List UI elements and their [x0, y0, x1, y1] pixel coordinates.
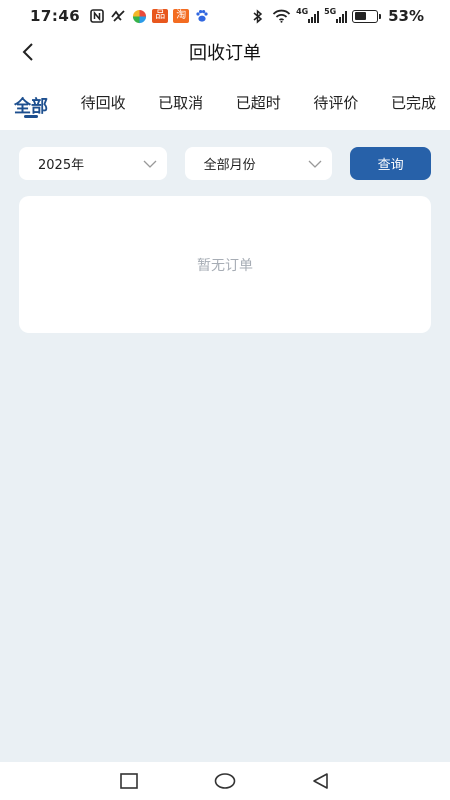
recents-button[interactable] — [117, 769, 141, 793]
pinwheel-app-icon — [131, 9, 147, 24]
recents-square-icon — [120, 773, 138, 789]
network-4g-label: 4G — [296, 6, 309, 16]
year-select[interactable]: 2025年 — [19, 147, 167, 180]
tab-pending-review[interactable]: 待评价 — [313, 92, 358, 124]
month-select-value: 全部月份 — [203, 158, 256, 173]
page-title: 回收订单 — [189, 43, 261, 64]
signal-4g-icon: 4G — [296, 6, 320, 23]
back-triangle-icon — [313, 773, 328, 789]
home-button[interactable] — [213, 769, 237, 793]
back-button[interactable] — [16, 38, 40, 66]
top-area: 17:46 品 淘 4G 5G 53% 回收订单 全部 待回收 已取消 已超时 … — [0, 0, 450, 130]
nav-bar: 回收订单 — [0, 32, 450, 72]
signal-5g-icon: 5G — [324, 6, 348, 23]
chevron-down-icon — [143, 160, 157, 168]
status-time: 17:46 — [30, 7, 81, 25]
filter-bar: 2025年 全部月份 查询 — [0, 130, 450, 180]
tab-cancelled[interactable]: 已取消 — [158, 92, 203, 124]
chevron-down-icon — [308, 160, 322, 168]
bluetooth-icon — [250, 8, 266, 24]
order-list-empty: 暂无订单 — [19, 196, 431, 333]
query-button[interactable]: 查询 — [350, 147, 431, 180]
status-bar: 17:46 品 淘 4G 5G 53% — [0, 0, 450, 32]
tab-all[interactable]: 全部 — [14, 92, 48, 124]
link-icon — [110, 9, 126, 24]
system-navigation-bar — [0, 762, 450, 800]
taobao-app-icon: 淘 — [173, 9, 190, 23]
battery-icon — [352, 9, 382, 23]
paw-app-icon — [194, 9, 210, 24]
chevron-left-icon — [22, 43, 33, 61]
network-5g-label: 5G — [324, 6, 337, 16]
nfc-icon — [89, 9, 105, 24]
system-back-button[interactable] — [309, 769, 333, 793]
year-select-value: 2025年 — [38, 158, 85, 173]
orange-app-icon: 品 — [152, 9, 169, 23]
tab-completed[interactable]: 已完成 — [391, 92, 436, 124]
battery-text: 53% — [388, 7, 424, 25]
status-right: 4G 5G 53% — [250, 7, 424, 25]
empty-state-text: 暂无订单 — [197, 257, 253, 274]
tab-pending-recycle[interactable]: 待回收 — [81, 92, 126, 124]
wifi-icon — [271, 9, 291, 24]
tab-timed-out[interactable]: 已超时 — [236, 92, 281, 124]
month-select[interactable]: 全部月份 — [184, 147, 333, 180]
home-circle-icon — [214, 773, 236, 789]
order-status-tabs: 全部 待回收 已取消 已超时 待评价 已完成 — [0, 72, 450, 130]
status-left: 17:46 品 淘 — [30, 7, 210, 25]
